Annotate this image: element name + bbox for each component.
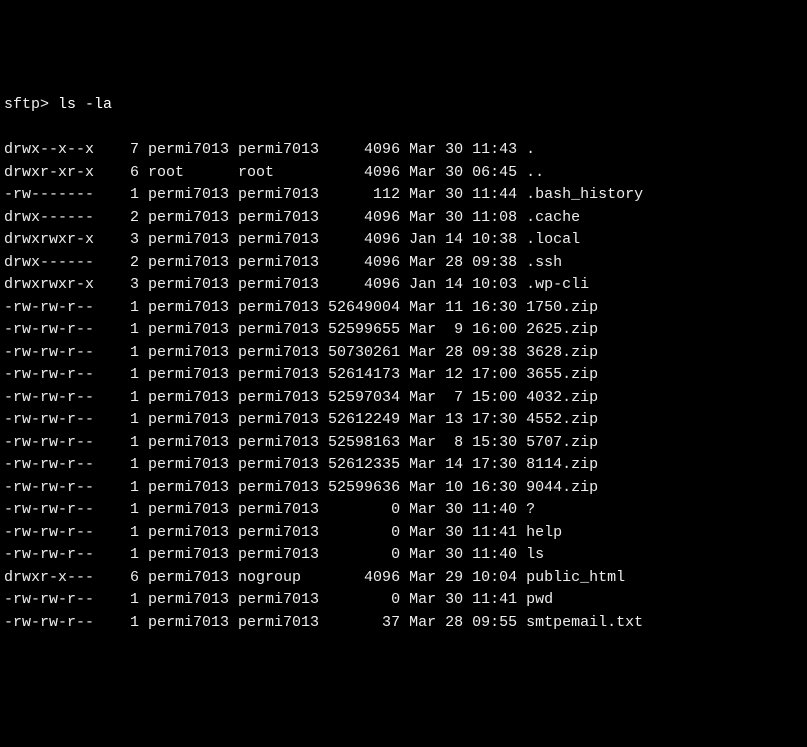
command: ls -la (58, 96, 112, 113)
file-row: -rw-rw-r-- 1 permi7013 permi7013 5259963… (4, 477, 803, 500)
file-row: -rw-rw-r-- 1 permi7013 permi7013 37 Mar … (4, 612, 803, 635)
prompt: sftp> (4, 96, 49, 113)
file-row: -rw-rw-r-- 1 permi7013 permi7013 0 Mar 3… (4, 589, 803, 612)
file-row: -rw-rw-r-- 1 permi7013 permi7013 0 Mar 3… (4, 499, 803, 522)
file-row: -rw-rw-r-- 1 permi7013 permi7013 5259816… (4, 432, 803, 455)
file-row: -rw-rw-r-- 1 permi7013 permi7013 5261417… (4, 364, 803, 387)
file-row: drwx------ 2 permi7013 permi7013 4096 Ma… (4, 207, 803, 230)
file-row: -rw-rw-r-- 1 permi7013 permi7013 5261224… (4, 409, 803, 432)
file-row: drwxr-x--- 6 permi7013 nogroup 4096 Mar … (4, 567, 803, 590)
file-row: drwx--x--x 7 permi7013 permi7013 4096 Ma… (4, 139, 803, 162)
file-row: drwxrwxr-x 3 permi7013 permi7013 4096 Ja… (4, 274, 803, 297)
file-row: -rw-rw-r-- 1 permi7013 permi7013 5259703… (4, 387, 803, 410)
file-row: drwx------ 2 permi7013 permi7013 4096 Ma… (4, 252, 803, 275)
file-row: -rw-rw-r-- 1 permi7013 permi7013 5264900… (4, 297, 803, 320)
file-listing: drwx--x--x 7 permi7013 permi7013 4096 Ma… (4, 139, 803, 634)
file-row: -rw-rw-r-- 1 permi7013 permi7013 5073026… (4, 342, 803, 365)
file-row: drwxrwxr-x 3 permi7013 permi7013 4096 Ja… (4, 229, 803, 252)
prompt-line[interactable]: sftp> ls -la (4, 94, 803, 117)
file-row: drwxr-xr-x 6 root root 4096 Mar 30 06:45… (4, 162, 803, 185)
file-row: -rw-rw-r-- 1 permi7013 permi7013 5259965… (4, 319, 803, 342)
file-row: -rw-rw-r-- 1 permi7013 permi7013 0 Mar 3… (4, 544, 803, 567)
file-row: -rw------- 1 permi7013 permi7013 112 Mar… (4, 184, 803, 207)
file-row: -rw-rw-r-- 1 permi7013 permi7013 5261233… (4, 454, 803, 477)
